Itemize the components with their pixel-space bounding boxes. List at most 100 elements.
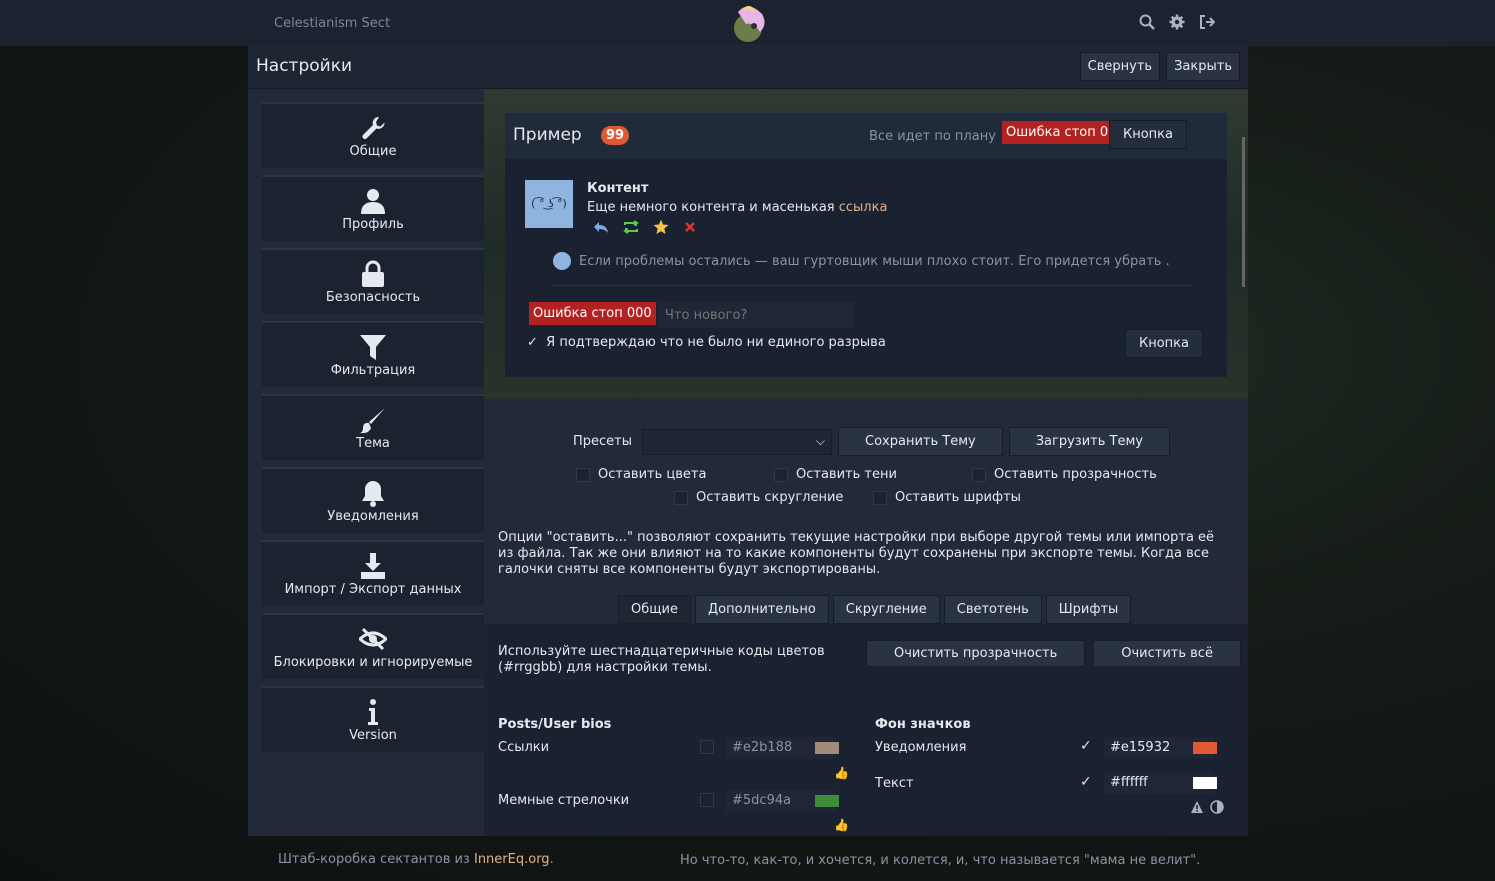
tab-fonts[interactable]: Шрифты bbox=[1045, 595, 1132, 624]
delete-icon[interactable] bbox=[682, 219, 698, 239]
tab-radius[interactable]: Скругление bbox=[832, 595, 940, 624]
preview-scrollbar[interactable] bbox=[1242, 137, 1245, 287]
colors-panel: Используйте шестнадцатеричные коды цвето… bbox=[484, 624, 1248, 836]
hex-hint: Используйте шестнадцатеричные коды цвето… bbox=[498, 644, 825, 675]
section-posts-bios: Posts/User bios bbox=[498, 717, 612, 732]
footer-left-end: . bbox=[549, 852, 554, 867]
chevron-down-icon: ⌵ bbox=[815, 433, 826, 448]
checkbox-box bbox=[972, 467, 986, 482]
presets-select[interactable]: ⌵ bbox=[642, 428, 833, 455]
sidebar-item-label: Общие bbox=[349, 144, 397, 159]
notif-color-swatch[interactable] bbox=[1193, 742, 1217, 754]
reply-icon[interactable] bbox=[593, 219, 609, 239]
arrows-color-label: Мемные стрелочки bbox=[498, 793, 630, 808]
sidebar-item-theme[interactable]: Тема bbox=[262, 394, 484, 460]
eye-slash-icon bbox=[262, 625, 484, 655]
example-button-secondary[interactable]: Кнопка bbox=[1125, 329, 1204, 358]
thumb-icon: 👍 bbox=[834, 818, 849, 832]
dialog-title: Настройки bbox=[256, 56, 353, 76]
preview-header: Пример 99 Все идет по плану Ошибка стоп … bbox=[505, 113, 1227, 159]
text-color-label: Текст bbox=[875, 776, 914, 791]
tab-general[interactable]: Общие bbox=[618, 595, 691, 624]
confirm-label: Я подтверждаю что не было ни единого раз… bbox=[546, 335, 886, 350]
text-color-swatch[interactable] bbox=[1193, 777, 1217, 789]
checkbox-box bbox=[674, 490, 688, 505]
notice: Если проблемы остались — ваш гуртовщик м… bbox=[553, 252, 1170, 270]
sidebar-item-import-export[interactable]: Импорт / Экспорт данных bbox=[262, 540, 484, 606]
post-link[interactable]: ссылка bbox=[839, 200, 888, 215]
contrast-icon bbox=[1210, 800, 1224, 818]
keep-shadows-checkbox-2[interactable]: Оставить тени bbox=[774, 467, 897, 482]
sidebar-item-security[interactable]: Безопасность bbox=[262, 248, 484, 314]
divider bbox=[553, 285, 1193, 286]
keep-colors-label: Оставить цвета bbox=[598, 467, 707, 482]
sidebar-item-blocks[interactable]: Блокировки и игнорируемые bbox=[262, 613, 484, 679]
arrows-override-checkbox[interactable] bbox=[700, 793, 714, 807]
tab-advanced[interactable]: Дополнительно bbox=[694, 595, 829, 624]
dialog-header: Настройки Свернуть Закрыть bbox=[248, 44, 1248, 89]
user-icon bbox=[262, 187, 484, 217]
footer-link[interactable]: InnerEq.org bbox=[474, 852, 550, 867]
preview-title: Пример bbox=[513, 125, 582, 145]
search-icon[interactable] bbox=[1139, 14, 1155, 30]
whats-new-input[interactable] bbox=[659, 302, 855, 328]
example-button[interactable]: Кнопка bbox=[1109, 120, 1188, 149]
sidebar-item-filter[interactable]: Фильтрация bbox=[262, 321, 484, 387]
links-color-swatch[interactable] bbox=[815, 742, 839, 754]
sidebar-item-label: Блокировки и игнорируемые bbox=[273, 655, 473, 670]
clear-opacity-button[interactable]: Очистить прозрачность bbox=[866, 640, 1086, 667]
arrows-color-swatch[interactable] bbox=[815, 795, 839, 807]
site-logo[interactable] bbox=[724, 2, 772, 44]
keep-colors-checkbox[interactable]: Оставить цвета bbox=[576, 467, 706, 482]
star-icon[interactable] bbox=[653, 219, 669, 239]
avatar[interactable]: ( ͡° ͜ʖ ͡°) bbox=[525, 180, 573, 228]
load-theme-button[interactable]: Загрузить Тему bbox=[1008, 427, 1170, 456]
theme-tabs: Общие Дополнительно Скругление Светотень… bbox=[618, 595, 1132, 624]
sidebar-item-label: Профиль bbox=[342, 217, 404, 232]
footer-right: Но что-то, как-то, и хочется, и колется,… bbox=[680, 853, 1201, 868]
notif-color-label: Уведомления bbox=[875, 740, 967, 755]
footer-left-text: Штаб-коробка сектантов из bbox=[278, 852, 474, 867]
keep-fonts-checkbox[interactable]: Оставить шрифты bbox=[873, 490, 1021, 505]
confirm-checkbox[interactable]: ✓ Я подтверждаю что не было ни единого р… bbox=[527, 335, 886, 350]
lock-icon bbox=[262, 260, 484, 290]
notice-avatar bbox=[553, 252, 571, 270]
links-color-label: Ссылки bbox=[498, 740, 550, 755]
keep-opacity-checkbox[interactable]: Оставить прозрачность bbox=[972, 467, 1157, 482]
close-button[interactable]: Закрыть bbox=[1166, 52, 1240, 81]
settings-dialog: Настройки Свернуть Закрыть Общие Профиль… bbox=[248, 44, 1248, 836]
collapse-button[interactable]: Свернуть bbox=[1079, 52, 1161, 81]
tab-shadows[interactable]: Светотень bbox=[943, 595, 1042, 624]
info-icon bbox=[262, 698, 484, 728]
presets-label: Пресеты bbox=[573, 434, 633, 449]
site-title[interactable]: Celestianism Sect bbox=[274, 16, 390, 31]
repeat-icon[interactable] bbox=[622, 219, 640, 239]
section-badge-bg: Фон значков bbox=[875, 717, 971, 732]
sidebar-item-notifications[interactable]: Уведомления bbox=[262, 467, 484, 533]
gear-icon[interactable] bbox=[1169, 14, 1185, 30]
sidebar-item-label: Фильтрация bbox=[330, 363, 416, 378]
status-text: Все идет по плану bbox=[869, 129, 996, 144]
links-override-checkbox[interactable] bbox=[700, 740, 714, 754]
text-override-checkbox[interactable]: ✓ bbox=[1080, 774, 1092, 790]
save-theme-button[interactable]: Сохранить Тему bbox=[838, 427, 1003, 456]
post-actions bbox=[593, 219, 698, 239]
post-text-body: Еще немного контента и масенькая bbox=[587, 200, 839, 215]
bell-icon bbox=[262, 479, 484, 509]
sidebar-item-version[interactable]: Version bbox=[262, 686, 484, 752]
post-text: Еще немного контента и масенькая ссылка bbox=[587, 200, 887, 215]
sidebar-item-profile[interactable]: Профиль bbox=[262, 175, 484, 241]
keep-radius-label: Оставить скругление bbox=[696, 490, 844, 505]
sidebar-item-label: Импорт / Экспорт данных bbox=[284, 582, 462, 597]
notif-override-checkbox[interactable]: ✓ bbox=[1080, 738, 1092, 754]
sidebar-item-label: Безопасность bbox=[325, 290, 421, 305]
clear-all-button[interactable]: Очистить всё bbox=[1093, 640, 1241, 667]
logout-icon[interactable] bbox=[1199, 14, 1216, 30]
sidebar-item-label: Тема bbox=[356, 436, 390, 451]
keep-radius-checkbox[interactable]: Оставить скругление bbox=[674, 490, 843, 505]
error-button-secondary[interactable]: Ошибка стоп 000 bbox=[529, 302, 656, 325]
notice-text: Если проблемы остались — ваш гуртовщик м… bbox=[579, 253, 1170, 269]
theme-preview-panel: Пример 99 Все идет по плану Ошибка стоп … bbox=[505, 111, 1227, 377]
sidebar-item-general[interactable]: Общие bbox=[262, 102, 484, 168]
wrench-icon bbox=[262, 114, 484, 144]
